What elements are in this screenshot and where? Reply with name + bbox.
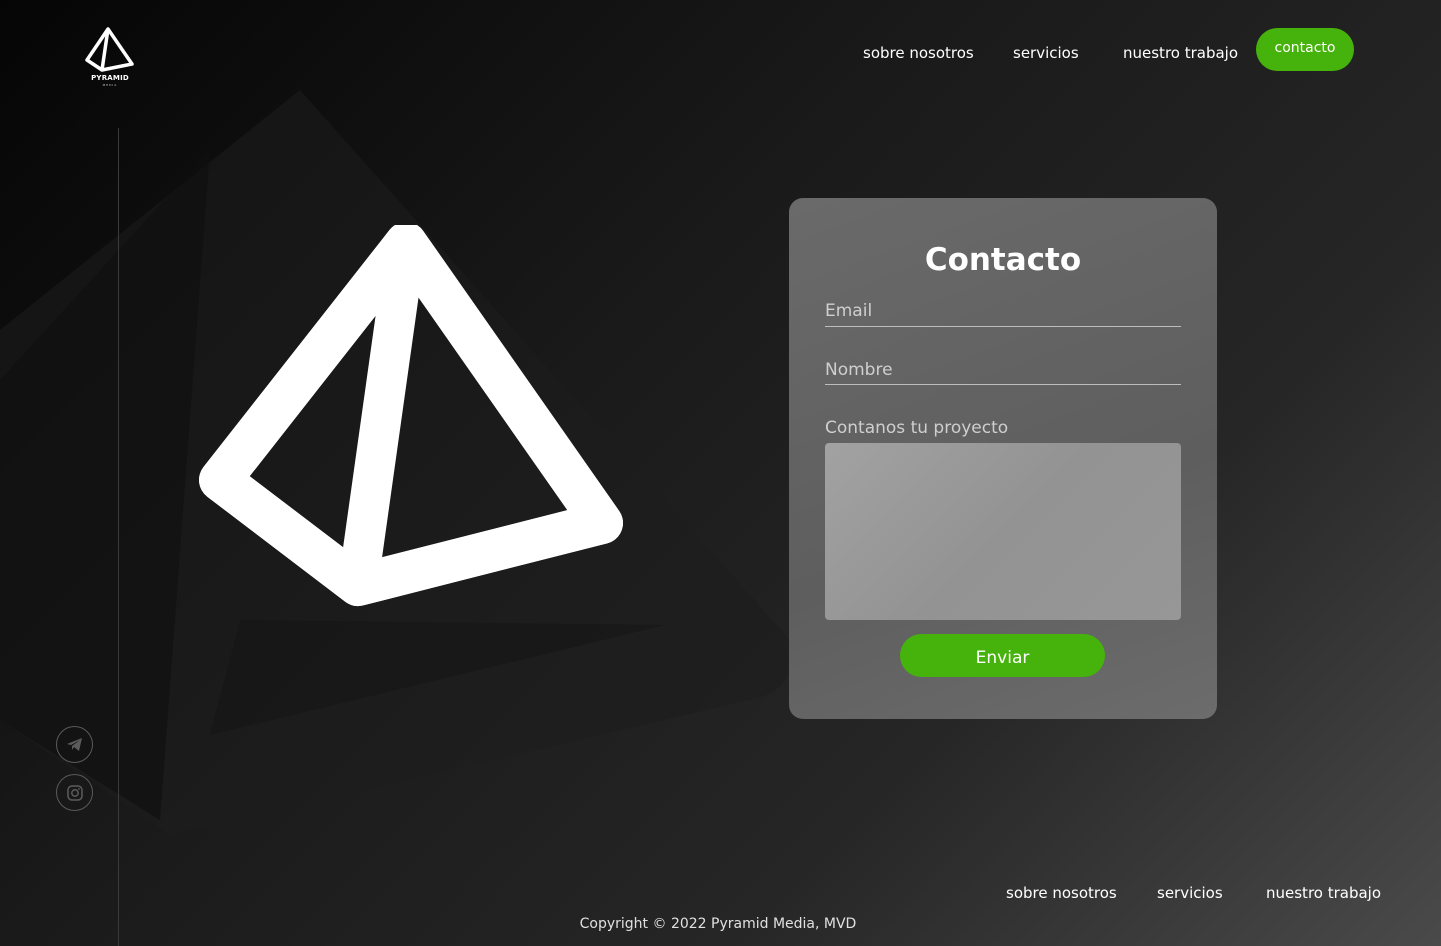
project-field-label: Contanos tu proyecto	[825, 418, 1009, 438]
name-field[interactable]: Nombre	[825, 360, 893, 380]
footer-nav-nuestro-trabajo[interactable]: nuestro trabajo	[1266, 884, 1381, 902]
nav-servicios[interactable]: servicios	[1013, 44, 1079, 62]
telegram-icon	[66, 737, 82, 751]
send-button[interactable]: Enviar	[900, 634, 1105, 677]
contact-nav-button[interactable]: contacto	[1256, 28, 1354, 71]
contact-form-card: Contacto Email Nombre Contanos tu proyec…	[789, 198, 1217, 719]
logo-text: PYRAMID	[91, 74, 129, 82]
nav-nuestro-trabajo[interactable]: nuestro trabajo	[1123, 44, 1238, 62]
nav-sobre-nosotros[interactable]: sobre nosotros	[863, 44, 974, 62]
copyright-text: Copyright © 2022 Pyramid Media, MVD	[579, 916, 857, 932]
form-title: Contacto	[924, 242, 1082, 278]
instagram-button[interactable]	[56, 774, 93, 811]
left-divider-line	[118, 128, 119, 946]
email-field[interactable]: Email	[825, 301, 872, 321]
email-field-underline	[825, 326, 1181, 327]
telegram-button[interactable]	[56, 726, 93, 763]
project-textarea[interactable]	[825, 443, 1181, 620]
logo-subtext: MEDIA	[102, 83, 118, 87]
name-field-underline	[825, 384, 1181, 385]
pyramid-illustration-icon	[199, 225, 623, 606]
instagram-icon	[66, 784, 83, 801]
footer-nav-sobre-nosotros[interactable]: sobre nosotros	[1006, 884, 1117, 902]
footer-nav-servicios[interactable]: servicios	[1157, 884, 1223, 902]
